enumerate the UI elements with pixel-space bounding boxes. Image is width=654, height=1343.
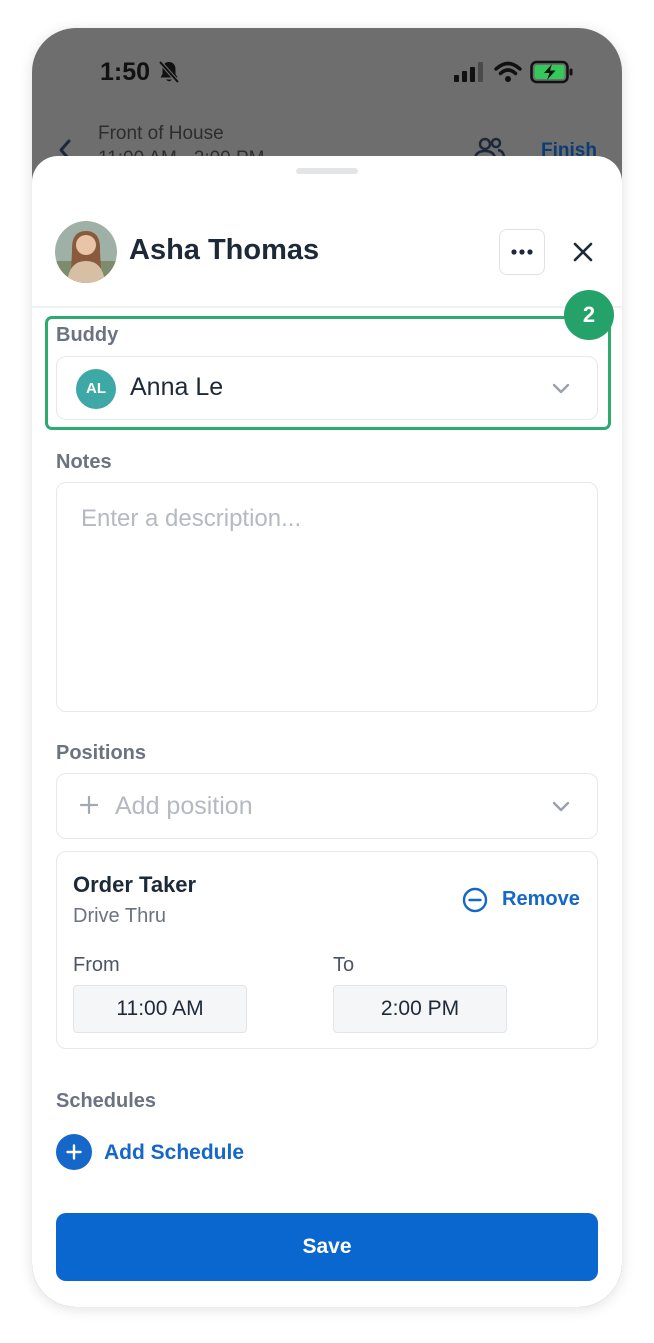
chevron-down-icon [552, 801, 570, 812]
notes-label: Notes [56, 451, 112, 473]
add-position-select[interactable]: Add position [56, 773, 598, 839]
wifi-icon [494, 61, 522, 82]
buddy-name: Anna Le [130, 373, 224, 401]
add-position-placeholder: Add position [115, 792, 253, 820]
phone-frame: 1:50 Front of House 11: [32, 28, 622, 1307]
bell-muted-icon [158, 60, 180, 84]
from-label: From [73, 954, 120, 976]
close-icon[interactable] [570, 239, 596, 265]
from-time-input[interactable]: 11:00 AM [73, 985, 247, 1033]
buddy-avatar: AL [76, 369, 116, 409]
background-title: Front of House [98, 123, 224, 144]
status-time: 1:50 [100, 58, 151, 86]
buddy-select[interactable]: AL Anna Le [56, 356, 598, 420]
more-horizontal-icon [511, 249, 533, 255]
cellular-signal-icon [454, 62, 483, 82]
position-title: Order Taker [73, 872, 197, 897]
more-options-button[interactable] [499, 229, 545, 275]
schedules-label: Schedules [56, 1090, 157, 1112]
employee-name: Asha Thomas [129, 234, 320, 266]
status-bar: 1:50 [32, 28, 622, 118]
add-circle-icon [56, 1134, 92, 1170]
save-button[interactable]: Save [56, 1213, 598, 1281]
add-schedule-label: Add Schedule [104, 1141, 245, 1164]
to-time-input[interactable]: 2:00 PM [333, 985, 507, 1033]
remove-circle-icon [462, 887, 488, 913]
notes-field-container [56, 482, 598, 712]
positions-label: Positions [56, 742, 147, 764]
step-badge: 2 [564, 290, 614, 340]
to-label: To [333, 954, 355, 976]
plus-icon [80, 796, 98, 814]
employee-sheet: Asha Thomas 2 Buddy AL Anna Le Notes Pos [32, 156, 622, 1307]
remove-label: Remove [502, 888, 580, 910]
chevron-down-icon [552, 383, 570, 394]
battery-charging-icon [530, 60, 573, 84]
position-card: Order Taker Drive Thru Remove From To 11… [56, 851, 598, 1049]
header-divider [32, 306, 622, 308]
position-subtitle: Drive Thru [73, 905, 166, 927]
buddy-label: Buddy [56, 324, 119, 346]
sheet-drag-handle[interactable] [296, 168, 358, 174]
employee-avatar [55, 221, 117, 283]
notes-textarea[interactable] [57, 483, 597, 711]
